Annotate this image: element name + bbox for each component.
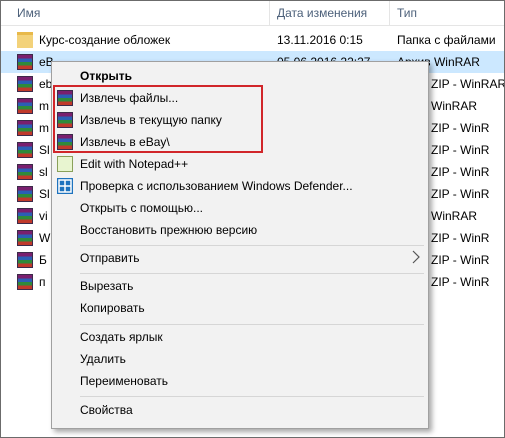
column-header: Имя Дата изменения Тип [1, 1, 504, 26]
file-name: п [39, 275, 46, 289]
windows-defender-icon [57, 178, 73, 194]
menu-separator [80, 324, 424, 325]
file-type: Папка с файлами [397, 33, 496, 47]
menu-item-cut[interactable]: Вырезать [52, 275, 428, 297]
file-type: ZIP - WinR [431, 165, 490, 179]
column-date-header[interactable]: Дата изменения [277, 6, 367, 20]
folder-icon [17, 32, 33, 48]
winrar-icon [17, 98, 33, 114]
file-type: ZIP - WinR [431, 231, 490, 245]
file-type: ZIP - WinR [431, 253, 490, 267]
winrar-icon [17, 142, 33, 158]
menu-item-label: Edit with Notepad++ [80, 157, 189, 171]
menu-item-copy[interactable]: Копировать [52, 297, 428, 319]
file-type: ZIP - WinRAR [431, 77, 505, 91]
highlight-box [53, 85, 263, 153]
winrar-icon [17, 186, 33, 202]
menu-item-send-to[interactable]: Отправить [52, 247, 428, 269]
menu-item-notepad[interactable]: Edit with Notepad++ [52, 153, 428, 175]
chevron-right-icon [412, 250, 420, 267]
menu-separator [80, 273, 424, 274]
menu-item-label: Проверка с использованием Windows Defend… [80, 179, 353, 193]
file-name: Б [39, 253, 47, 267]
notepad-plus-plus-icon [57, 156, 73, 172]
menu-item-label: Переименовать [80, 374, 168, 388]
menu-item-label: Восстановить прежнюю версию [80, 223, 258, 237]
menu-item-open-with[interactable]: Открыть с помощью... [52, 197, 428, 219]
menu-item-label: Отправить [80, 251, 140, 265]
menu-separator [80, 245, 424, 246]
column-divider[interactable] [389, 1, 390, 25]
file-name: m [39, 121, 49, 135]
winrar-icon [17, 208, 33, 224]
column-divider[interactable] [269, 1, 270, 25]
winrar-icon [17, 230, 33, 246]
menu-separator [80, 396, 424, 397]
file-name: Курс-создание обложек [39, 33, 171, 47]
menu-item-label: Копировать [80, 301, 145, 315]
menu-item-restore[interactable]: Восстановить прежнюю версию [52, 219, 428, 241]
file-type: WinRAR [431, 99, 478, 113]
column-type-header[interactable]: Тип [397, 6, 417, 20]
file-date: 13.11.2016 0:15 [277, 33, 363, 47]
menu-item-label: Открыть [80, 69, 133, 83]
file-name: Sl [39, 187, 50, 201]
menu-item-create-shortcut[interactable]: Создать ярлык [52, 326, 428, 348]
winrar-icon [17, 54, 33, 70]
winrar-icon [17, 120, 33, 136]
explorer-window: Имя Дата изменения Тип Курс-создание обл… [0, 0, 505, 438]
file-type: ZIP - WinR [431, 187, 490, 201]
menu-item-label: Вырезать [80, 279, 134, 293]
menu-item-label: Открыть с помощью... [80, 201, 204, 215]
menu-item-label: Свойства [80, 403, 133, 417]
file-name: Sl [39, 143, 50, 157]
menu-item-open[interactable]: Открыть [52, 65, 428, 87]
winrar-icon [17, 252, 33, 268]
menu-item-defender[interactable]: Проверка с использованием Windows Defend… [52, 175, 428, 197]
file-name: m [39, 99, 49, 113]
menu-item-label: Создать ярлык [80, 330, 163, 344]
file-row-folder[interactable]: Курс-создание обложек 13.11.2016 0:15 Па… [1, 29, 504, 51]
file-name: W [39, 231, 51, 245]
column-name-header[interactable]: Имя [17, 6, 40, 20]
menu-item-delete[interactable]: Удалить [52, 348, 428, 370]
winrar-icon [17, 164, 33, 180]
file-name: sl [39, 165, 48, 179]
winrar-icon [17, 76, 33, 92]
winrar-icon [17, 274, 33, 290]
file-type: WinRAR [431, 209, 478, 223]
menu-item-rename[interactable]: Переименовать [52, 370, 428, 392]
file-type: ZIP - WinR [431, 121, 490, 135]
file-type: ZIP - WinR [431, 143, 490, 157]
menu-item-label: Удалить [80, 352, 126, 366]
file-name: vi [39, 209, 48, 223]
file-type: ZIP - WinR [431, 275, 490, 289]
menu-item-properties[interactable]: Свойства [52, 399, 428, 421]
